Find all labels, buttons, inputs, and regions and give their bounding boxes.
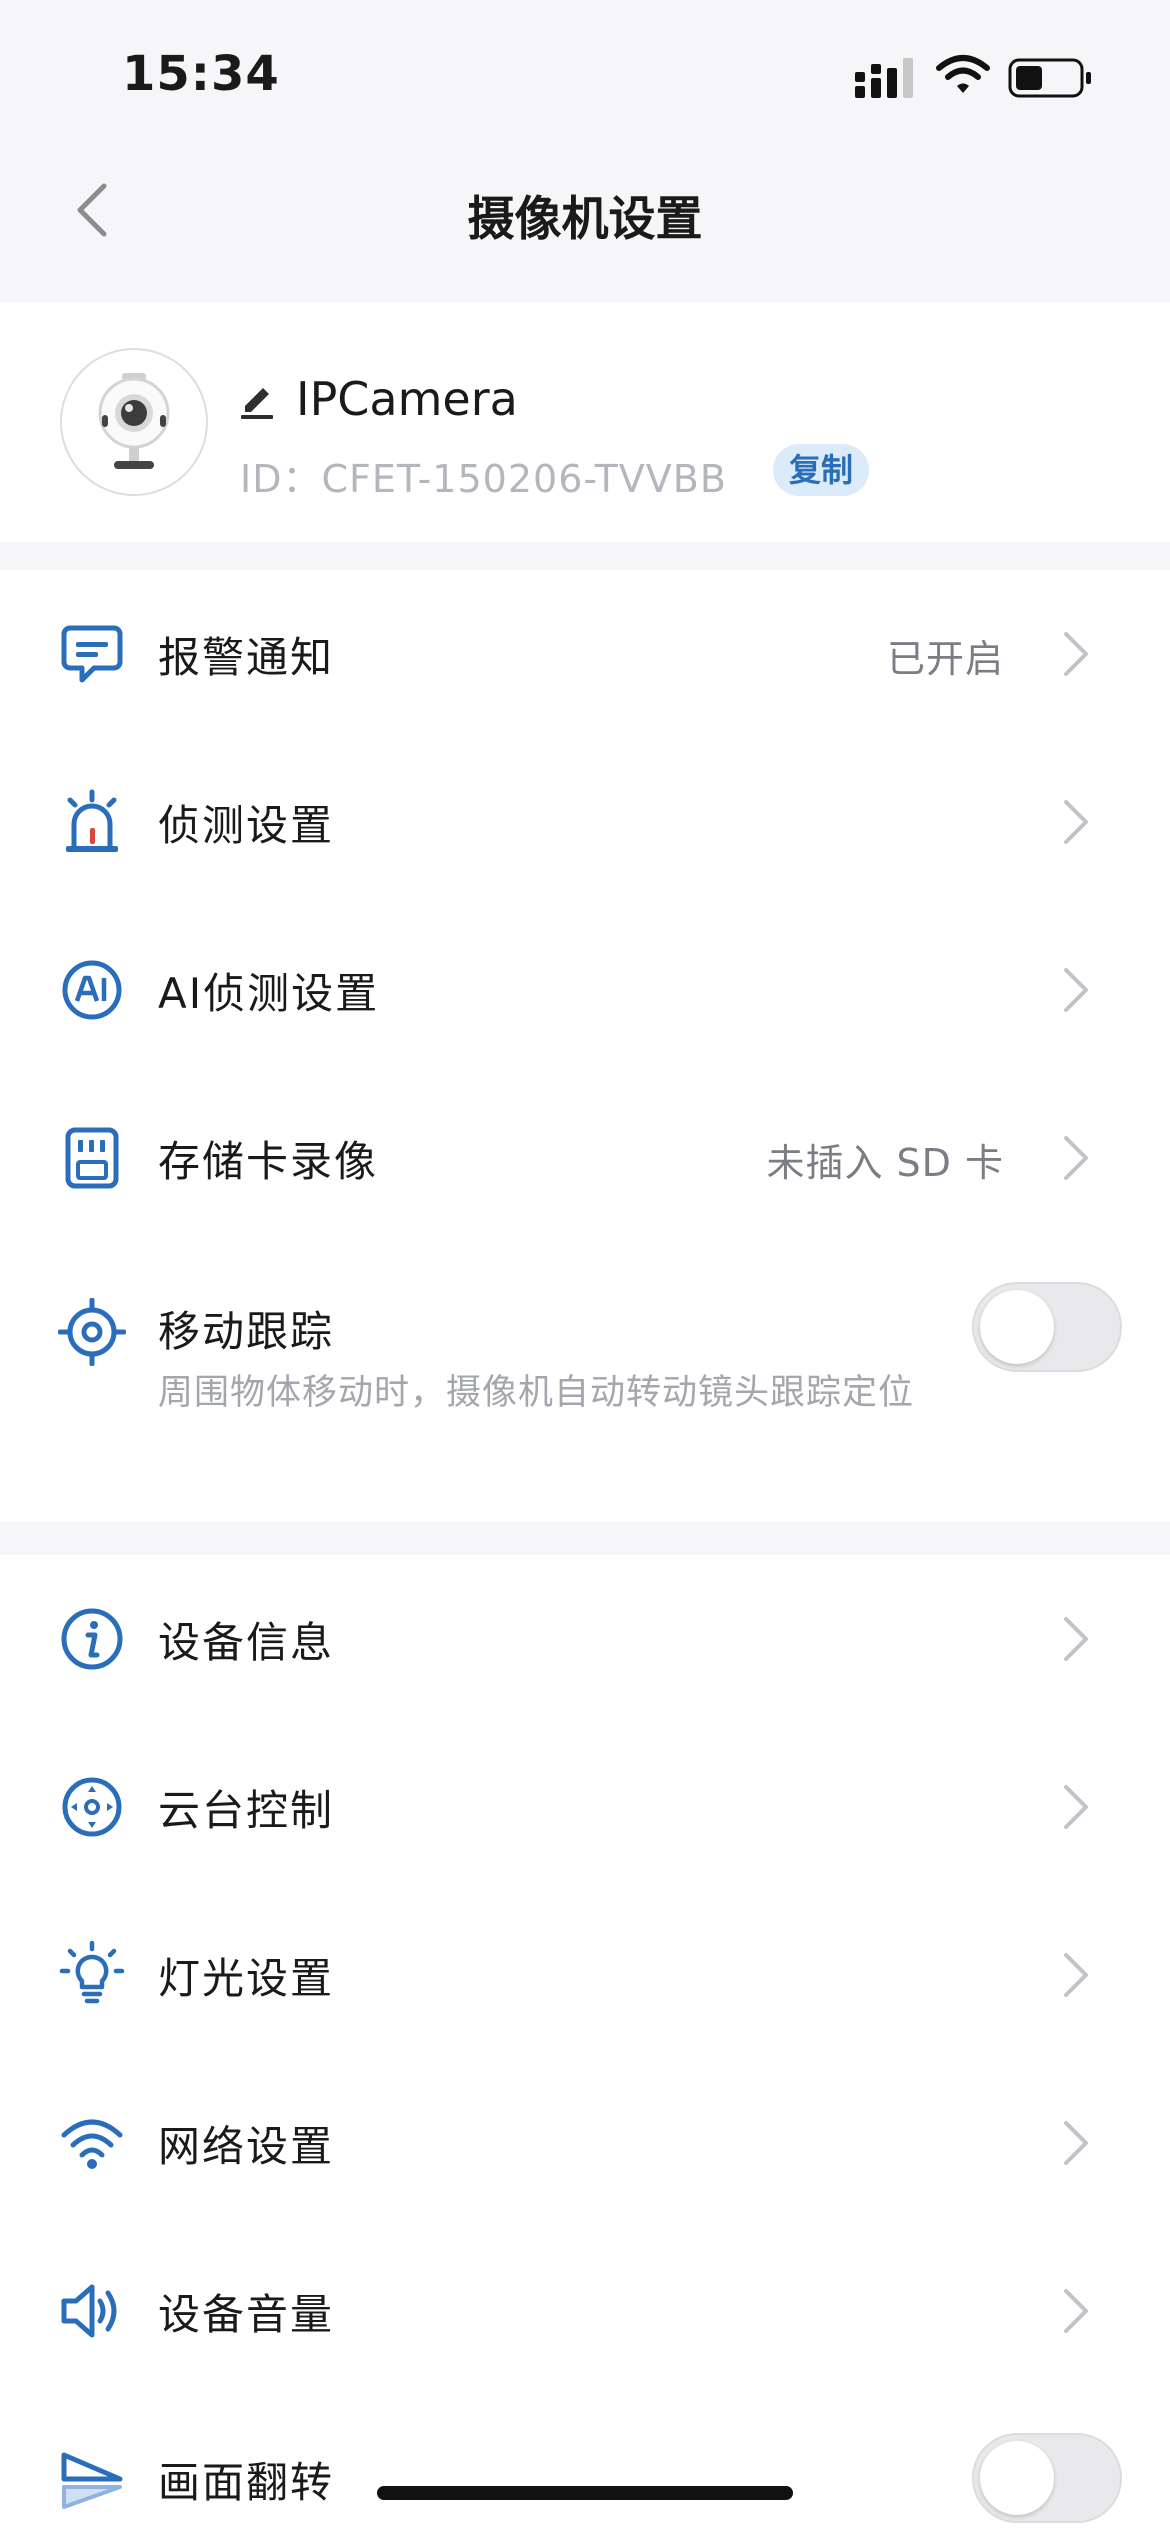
page-title: 摄像机设置 xyxy=(467,192,703,247)
chevron-right-icon xyxy=(1064,632,1088,676)
settings-group-1: 报警通知 已开启 侦测设置 AI侦测设置 存储卡录像 未插入 SD 卡 移动跟踪… xyxy=(0,570,1170,1522)
row-label: 报警通知 xyxy=(158,633,335,682)
settings-group-2: 设备信息 云台控制 灯光设置 网络设置 设备音量 画面翻转 xyxy=(0,1555,1170,2532)
ptz-direction-icon xyxy=(62,1777,122,1837)
row-label: 设备音量 xyxy=(158,2290,335,2339)
row-ai-detection-settings[interactable]: AI侦测设置 xyxy=(0,906,1170,1074)
row-ptz-control[interactable]: 云台控制 xyxy=(0,1723,1170,1891)
motion-tracking-toggle[interactable] xyxy=(972,1282,1122,1372)
row-image-flip: 画面翻转 xyxy=(0,2395,1170,2532)
edit-pencil-icon[interactable] xyxy=(237,380,277,420)
chevron-right-icon xyxy=(1064,1617,1088,1661)
info-icon xyxy=(61,1608,123,1670)
row-value: 已开启 xyxy=(886,637,1004,681)
row-label: 云台控制 xyxy=(158,1786,335,1835)
alarm-siren-icon xyxy=(66,789,118,852)
row-label: 设备信息 xyxy=(158,1618,335,1667)
row-label: 画面翻转 xyxy=(158,2458,335,2507)
row-label: 侦测设置 xyxy=(158,801,335,850)
status-bar: 15:34 xyxy=(0,0,1170,150)
device-card: IPCamera ID：CFET-150206-TVVBB 复制 xyxy=(0,302,1170,542)
row-label: AI侦测设置 xyxy=(158,969,380,1018)
row-value: 未插入 SD 卡 xyxy=(766,1141,1004,1185)
row-sd-card-recording[interactable]: 存储卡录像 未插入 SD 卡 xyxy=(0,1074,1170,1242)
home-indicator xyxy=(377,2486,793,2500)
toggle-knob xyxy=(980,2441,1054,2515)
ai-badge-icon xyxy=(62,960,122,1020)
flip-icon xyxy=(61,2452,123,2509)
navigation-bar: 摄像机设置 xyxy=(0,150,1170,270)
camera-icon xyxy=(98,373,170,469)
status-time: 15:34 xyxy=(122,46,280,102)
chevron-right-icon xyxy=(1064,1953,1088,1997)
chevron-right-icon xyxy=(1064,2289,1088,2333)
battery-icon xyxy=(1008,58,1091,98)
chevron-right-icon xyxy=(1064,1136,1088,1180)
row-description: 周围物体移动时，摄像机自动转动镜头跟踪定位 xyxy=(158,1373,915,1413)
chevron-right-icon xyxy=(1064,2121,1088,2165)
wifi-status-icon xyxy=(936,55,990,93)
chevron-right-icon xyxy=(1064,968,1088,1012)
chevron-right-icon xyxy=(1064,800,1088,844)
toggle-knob xyxy=(980,1290,1054,1364)
row-label: 存储卡录像 xyxy=(158,1137,379,1186)
row-detection-settings[interactable]: 侦测设置 xyxy=(0,738,1170,906)
row-network-settings[interactable]: 网络设置 xyxy=(0,2059,1170,2227)
row-light-settings[interactable]: 灯光设置 xyxy=(0,1891,1170,2059)
row-device-volume[interactable]: 设备音量 xyxy=(0,2227,1170,2395)
speaker-icon xyxy=(61,2284,117,2338)
chevron-right-icon xyxy=(1064,1785,1088,1829)
sd-card-icon xyxy=(65,1127,119,1189)
device-id: ID：CFET-150206-TVVBB xyxy=(240,457,727,501)
copy-id-button[interactable]: 复制 xyxy=(773,444,869,496)
wifi-icon xyxy=(61,2119,123,2169)
row-label: 网络设置 xyxy=(158,2122,335,2171)
camera-avatar xyxy=(60,348,208,496)
row-label: 灯光设置 xyxy=(158,1954,335,2003)
crosshair-icon xyxy=(58,1298,126,1366)
image-flip-toggle[interactable] xyxy=(972,2433,1122,2523)
cellular-signal-icon xyxy=(855,58,913,98)
chat-bubble-icon xyxy=(61,625,123,683)
row-device-info[interactable]: 设备信息 xyxy=(0,1555,1170,1723)
row-label: 移动跟踪 xyxy=(158,1307,335,1356)
device-name: IPCamera xyxy=(296,372,518,426)
row-alarm-notification[interactable]: 报警通知 已开启 xyxy=(0,570,1170,738)
lightbulb-icon xyxy=(59,1941,125,2004)
row-motion-tracking: 移动跟踪 周围物体移动时，摄像机自动转动镜头跟踪定位 xyxy=(0,1242,1170,1522)
